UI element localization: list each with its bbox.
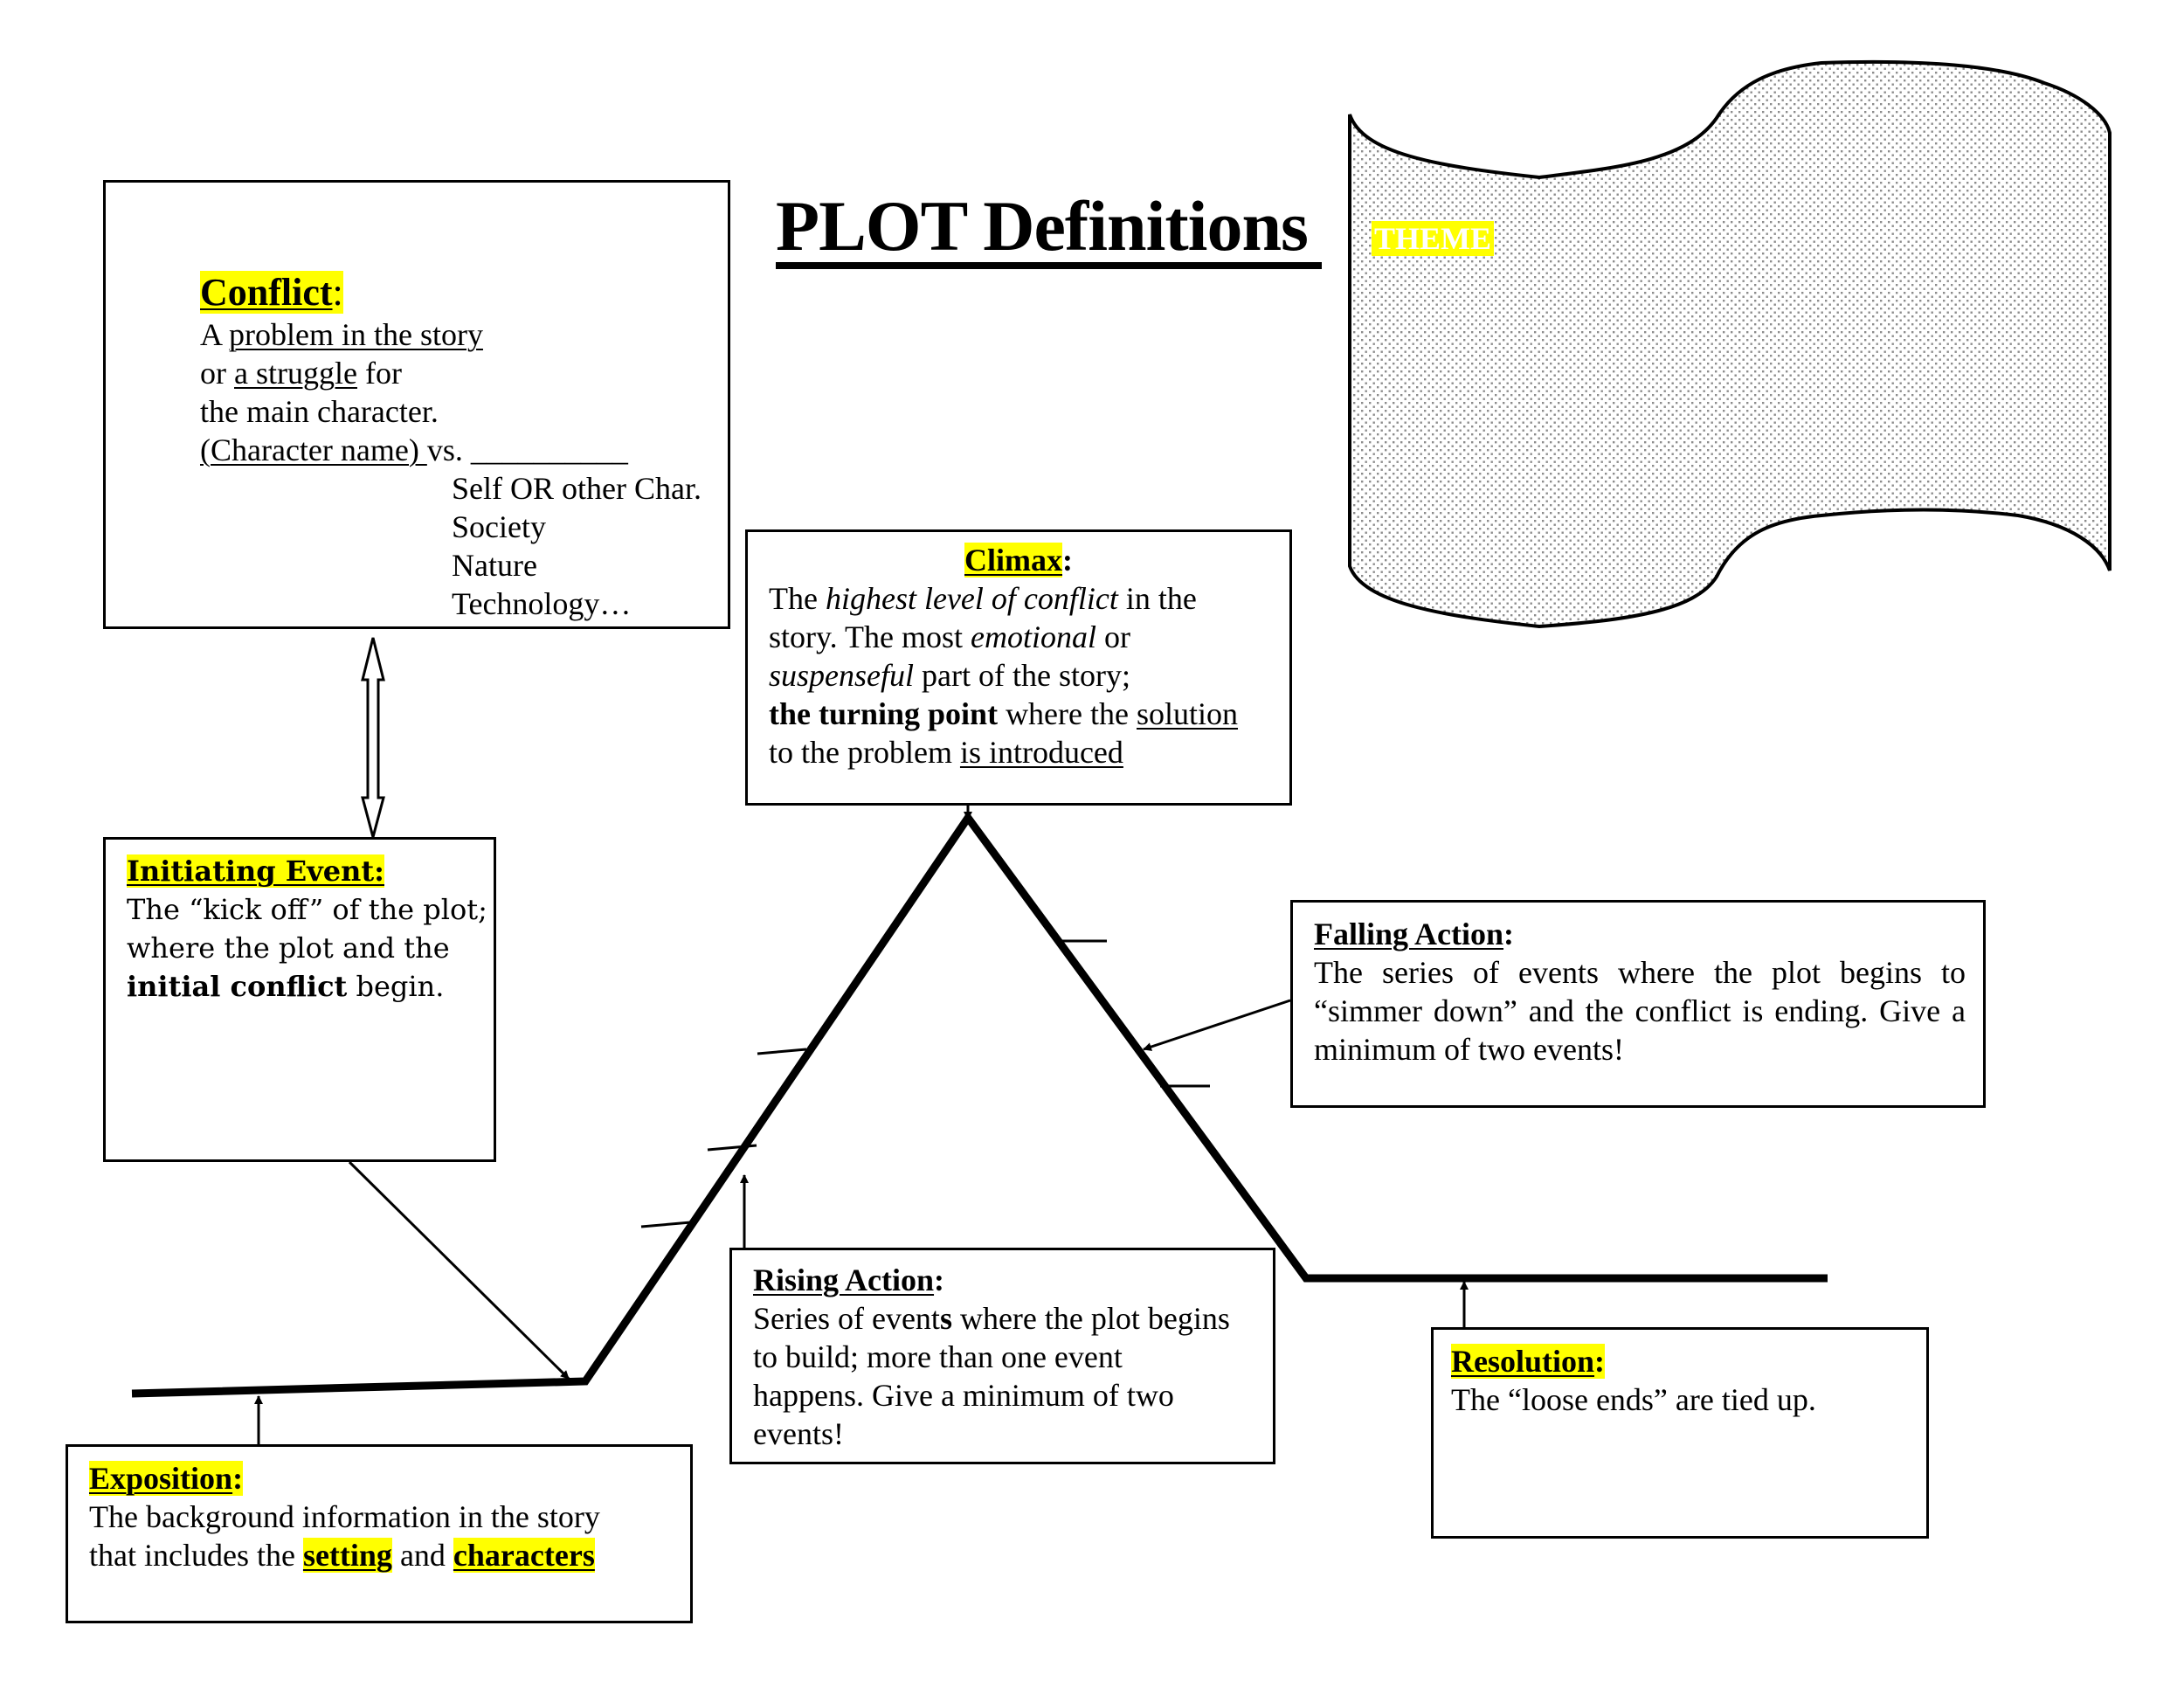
conflict-character-name: (Character name) [200, 432, 427, 467]
climax-text: where the [998, 696, 1137, 731]
rising-action-line: happens. Give a minimum of two [753, 1378, 1174, 1413]
conflict-heading: Conflict: [200, 270, 343, 315]
rising-action-heading: Rising Action: [753, 1261, 944, 1299]
initiating-event-line: The “kick off” of the plot; [127, 893, 487, 926]
climax-text-italic: suspenseful [769, 658, 914, 693]
exposition-line: and [391, 1538, 453, 1573]
conflict-line2-prefix: or [200, 356, 234, 391]
climax-text-italic: highest level of conflict [825, 581, 1118, 616]
initiating-event-box: Initiating Event: The “kick off” of the … [103, 837, 496, 1162]
rising-action-tick [640, 1221, 692, 1228]
climax-heading-text: Climax [964, 543, 1062, 578]
falling-action-definition: The series of events where the plot begi… [1314, 955, 1966, 1067]
rising-action-tick [757, 1048, 807, 1055]
rising-action-box: Rising Action: Series of events where th… [729, 1248, 1275, 1464]
conflict-definition: A problem in the story or a struggle for… [200, 315, 628, 469]
conflict-line3: the main character. [200, 394, 439, 429]
climax-text-underlined: is introduced [959, 735, 1123, 770]
exposition-line: that includes the [89, 1538, 303, 1573]
exposition-box: Exposition: The background information i… [66, 1444, 693, 1623]
climax-heading: Climax: [748, 541, 1289, 579]
conflict-types-list: Self OR other Char. Society Nature Techn… [452, 469, 702, 623]
conflict-heading-colon: : [332, 271, 343, 314]
climax-text: part of the story; [914, 658, 1130, 693]
rising-action-heading-colon: : [934, 1263, 945, 1297]
initiating-event-line: begin. [347, 970, 445, 1003]
page-title: PLOT Definitions [776, 186, 1309, 266]
initiating-event-heading: Initiating Event: [127, 852, 384, 890]
exposition-line: The background information in the story [89, 1499, 600, 1534]
rising-action-bold-s: s [939, 1301, 952, 1336]
initiating-event-definition: The “kick off” of the plot; where the pl… [127, 890, 487, 1006]
climax-text: to the problem [769, 735, 960, 770]
falling-action-arrow [1143, 999, 1291, 1051]
conflict-box: Conflict: A problem in the story or a st… [103, 180, 730, 629]
exposition-characters-keyword: characters [453, 1538, 595, 1573]
conflict-type-technology: Technology… [452, 586, 632, 621]
conflict-blank: __________ [470, 432, 628, 467]
rising-action-line: events! [753, 1416, 844, 1451]
rising-action-line: to build; more than one event [753, 1339, 1123, 1374]
theme-label: THEME [1372, 221, 1495, 256]
resolution-definition: The “loose ends” are tied up. [1451, 1382, 1816, 1417]
title-underline [776, 262, 1322, 269]
initiating-event-bold: initial conflict [127, 970, 348, 1003]
rising-action-definition: Series of events where the plot begins t… [753, 1299, 1230, 1453]
conflict-type-society: Society [452, 509, 546, 544]
climax-heading-colon: : [1062, 543, 1073, 578]
climax-definition: The highest level of conflict in the sto… [769, 579, 1238, 771]
rising-action-line: Series of event [753, 1301, 940, 1336]
exposition-definition: The background information in the story … [89, 1498, 600, 1574]
resolution-box: Resolution: The “loose ends” are tied up… [1431, 1327, 1929, 1539]
exposition-setting-keyword: setting [302, 1538, 392, 1573]
falling-action-box: Falling Action: The series of events whe… [1290, 900, 1986, 1108]
falling-action-heading-colon: : [1503, 917, 1515, 951]
falling-action-heading: Falling Action: [1314, 915, 1514, 953]
theme-scroll [1348, 59, 2111, 629]
climax-text: in the [1117, 581, 1197, 616]
double-arrow-icon [361, 637, 385, 842]
resolution-heading-colon: : [1594, 1344, 1606, 1379]
climax-text-bold: the turning point [769, 696, 999, 731]
climax-text-italic: emotional [971, 619, 1096, 654]
conflict-line1-underlined: problem in the story [229, 317, 483, 352]
conflict-line2-suffix: for [356, 356, 402, 391]
rising-action-heading-text: Rising Action [753, 1263, 935, 1297]
initiating-event-arrow [348, 1160, 570, 1380]
climax-box: Climax: The highest level of conflict in… [745, 529, 1292, 806]
rising-action-line: where the plot begins [951, 1301, 1230, 1336]
rising-action-tick [707, 1144, 757, 1152]
exposition-heading: Exposition: [89, 1459, 244, 1498]
exposition-heading-colon: : [232, 1461, 244, 1496]
climax-text: or [1095, 619, 1130, 654]
climax-text: story. The most [769, 619, 971, 654]
climax-text: The [769, 581, 826, 616]
falling-action-heading-text: Falling Action [1314, 917, 1504, 951]
conflict-vs: vs. [426, 432, 471, 467]
conflict-type-self: Self OR other Char. [452, 471, 702, 506]
conflict-heading-text: Conflict [200, 271, 333, 314]
initiating-event-line: where the plot and the [127, 931, 450, 965]
resolution-heading: Resolution: [1451, 1342, 1606, 1380]
conflict-type-nature: Nature [452, 548, 537, 583]
resolution-heading-text: Resolution [1451, 1344, 1595, 1379]
initiating-event-heading-text: Initiating Event: [127, 854, 384, 888]
climax-text-underlined: solution [1137, 696, 1239, 731]
exposition-heading-text: Exposition [89, 1461, 233, 1496]
conflict-line2-underlined: a struggle [234, 356, 357, 391]
conflict-line1-prefix: A [200, 317, 230, 352]
